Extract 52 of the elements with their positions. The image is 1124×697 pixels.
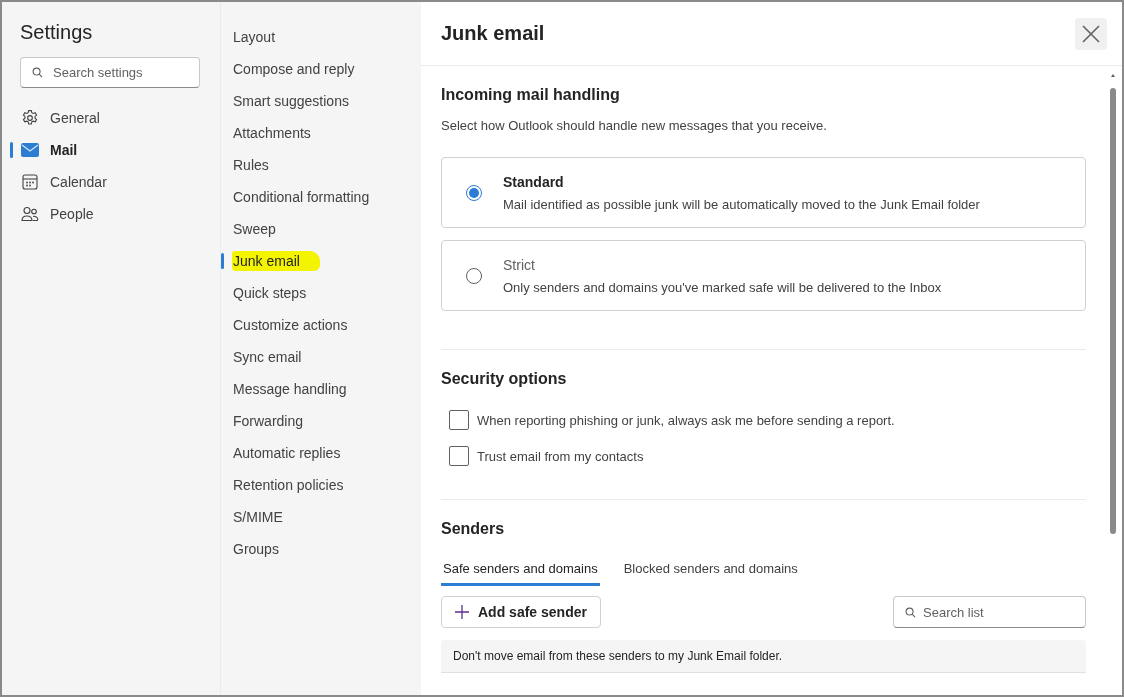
highlighted-menu-item[interactable]: Junk email <box>232 251 320 271</box>
settings-title: Settings <box>20 20 94 45</box>
option-card[interactable]: Strict Only senders and domains you've marked safe will be delivered to the Inbox <box>441 240 1086 311</box>
option-description: Mail identified as possible junk will be automatically moved to the Junk Email folder <box>503 196 980 212</box>
menu-item[interactable]: Message handling <box>232 379 348 399</box>
calendar-icon <box>22 174 38 190</box>
option-description: Only senders and domains you've marked safe will be delivered to the Inbox <box>503 279 942 295</box>
tab[interactable]: Safe senders and domains <box>441 558 600 586</box>
option-label: Strict <box>503 256 536 273</box>
menu-item[interactable]: Smart suggestions <box>232 91 350 111</box>
panel-title: Junk email <box>441 22 545 45</box>
section-description: Select how Outlook should handle new messages that you receive. <box>441 118 828 133</box>
checkbox-label: Trust email from my contacts <box>477 448 644 464</box>
checkbox-label: When reporting phishing or junk, always ask me before sending a report. <box>477 412 895 428</box>
menu-item[interactable]: Layout <box>232 27 277 47</box>
menu-item[interactable]: Sweep <box>232 219 277 239</box>
mail-icon <box>21 142 39 158</box>
menu-item[interactable]: Automatic replies <box>232 443 342 463</box>
menu-item[interactable]: Sync email <box>232 347 303 367</box>
add-sender-button[interactable]: Add safe sender <box>441 596 601 628</box>
section-heading: Incoming mail handling <box>441 85 621 105</box>
plus-icon <box>455 605 469 619</box>
gear-icon <box>21 109 39 127</box>
close-icon <box>1082 24 1100 43</box>
tab[interactable]: Blocked senders and domains <box>621 558 800 586</box>
menu-item[interactable]: Forwarding <box>232 411 305 431</box>
people-icon <box>21 206 39 222</box>
search-icon <box>32 67 43 78</box>
option-label: Standard <box>503 173 565 190</box>
menu-item[interactable]: S/MIME <box>232 507 284 527</box>
nav-item[interactable]: People <box>20 206 94 222</box>
section-heading: Security options <box>441 369 568 389</box>
option-card[interactable]: Standard Mail identified as possible junk will be automatically moved to the Junk Email folder <box>441 157 1086 228</box>
close-button[interactable] <box>1075 17 1107 50</box>
checkbox[interactable] <box>449 446 469 466</box>
menu-item[interactable]: Groups <box>232 539 280 559</box>
section-heading: Senders <box>441 519 506 539</box>
menu-item[interactable]: Rules <box>232 155 270 175</box>
search-field[interactable]: Search list <box>893 596 1086 628</box>
info-message: Don't move email from these senders to my Junk Email folder. <box>441 640 1086 673</box>
menu-item[interactable]: Attachments <box>232 123 312 143</box>
nav-item[interactable]: Calendar <box>20 174 107 190</box>
checkbox[interactable] <box>449 410 469 430</box>
search-field[interactable]: Search settings <box>20 57 200 88</box>
nav-item[interactable]: Mail <box>20 142 78 158</box>
nav-item[interactable]: General <box>20 109 100 127</box>
menu-item[interactable]: Conditional formatting <box>232 187 371 207</box>
menu-item[interactable]: Compose and reply <box>232 59 356 79</box>
menu-item[interactable]: Quick steps <box>232 283 308 303</box>
menu-item[interactable]: Customize actions <box>232 315 349 335</box>
search-icon <box>905 607 916 618</box>
menu-item[interactable]: Retention policies <box>232 475 345 495</box>
